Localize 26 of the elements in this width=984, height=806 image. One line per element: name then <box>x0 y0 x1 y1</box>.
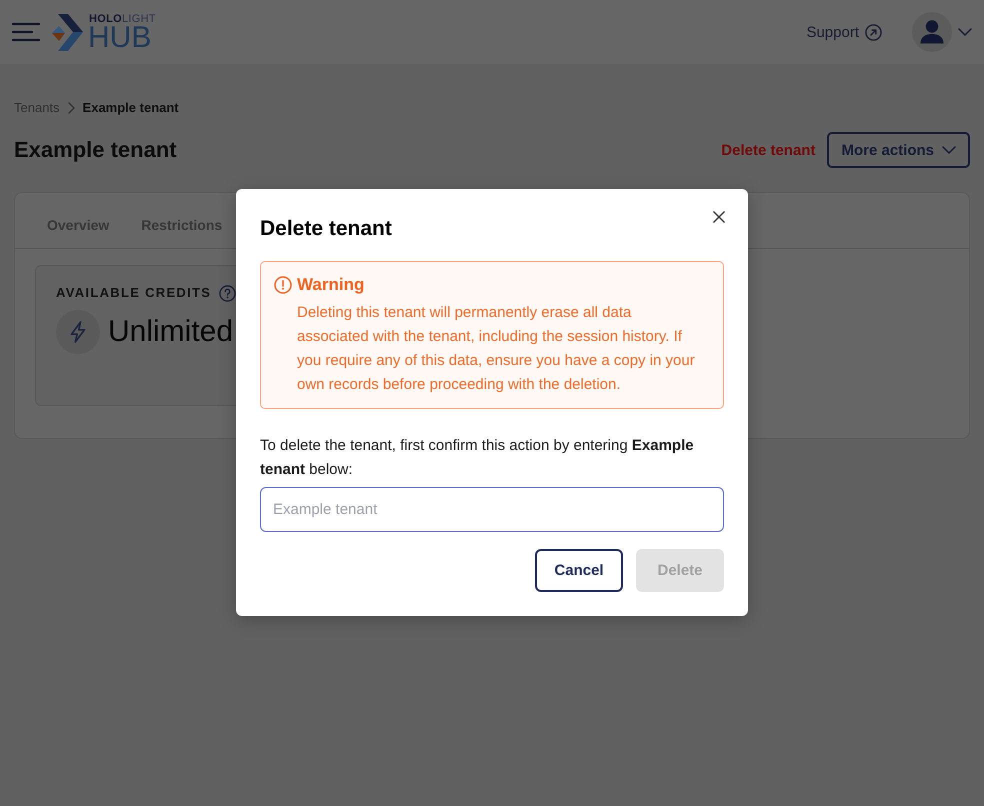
alert-icon <box>274 276 292 294</box>
caret-icon[interactable] <box>958 28 972 36</box>
external-link-icon <box>865 24 882 40</box>
caret-icon <box>942 146 956 154</box>
logo-icon <box>52 14 83 50</box>
chevron-icon <box>68 102 75 114</box>
warning-title: Warning <box>297 274 366 296</box>
delete-tenant-link[interactable]: Delete tenant <box>721 142 816 158</box>
logo-brand-text: HOLOLIGHT <box>89 13 156 25</box>
confirm-instructions: To delete the tenant, first confirm this action by entering Example tenant below: <box>260 436 695 480</box>
dialog-title: Delete tenant <box>260 216 392 242</box>
close-icon[interactable] <box>713 211 725 223</box>
avatar-icon[interactable] <box>912 12 952 52</box>
more-actions-button[interactable]: More actions <box>827 132 970 168</box>
confirm-input[interactable]: Example tenant <box>260 487 724 532</box>
logo-product-text: HUB <box>88 25 152 51</box>
lightning-icon <box>56 310 100 354</box>
cancel-button[interactable]: Cancel <box>535 549 623 592</box>
warning-text: Deleting this tenant will permanently erase all data associated with the tenant, including the session history. If you require any of this data, ensure you have a copy in your own records before proceeding with the deletion. <box>297 303 696 395</box>
menu-icon[interactable] <box>12 22 40 42</box>
help-icon[interactable] <box>219 284 236 302</box>
credits-label: AVAILABLE CREDITS <box>56 284 212 302</box>
breadcrumb-current: Example tenant <box>82 99 179 117</box>
credits-value: Unlimited <box>108 314 234 350</box>
page-title: Example tenant <box>14 136 177 164</box>
support-link[interactable]: Support <box>806 24 882 40</box>
